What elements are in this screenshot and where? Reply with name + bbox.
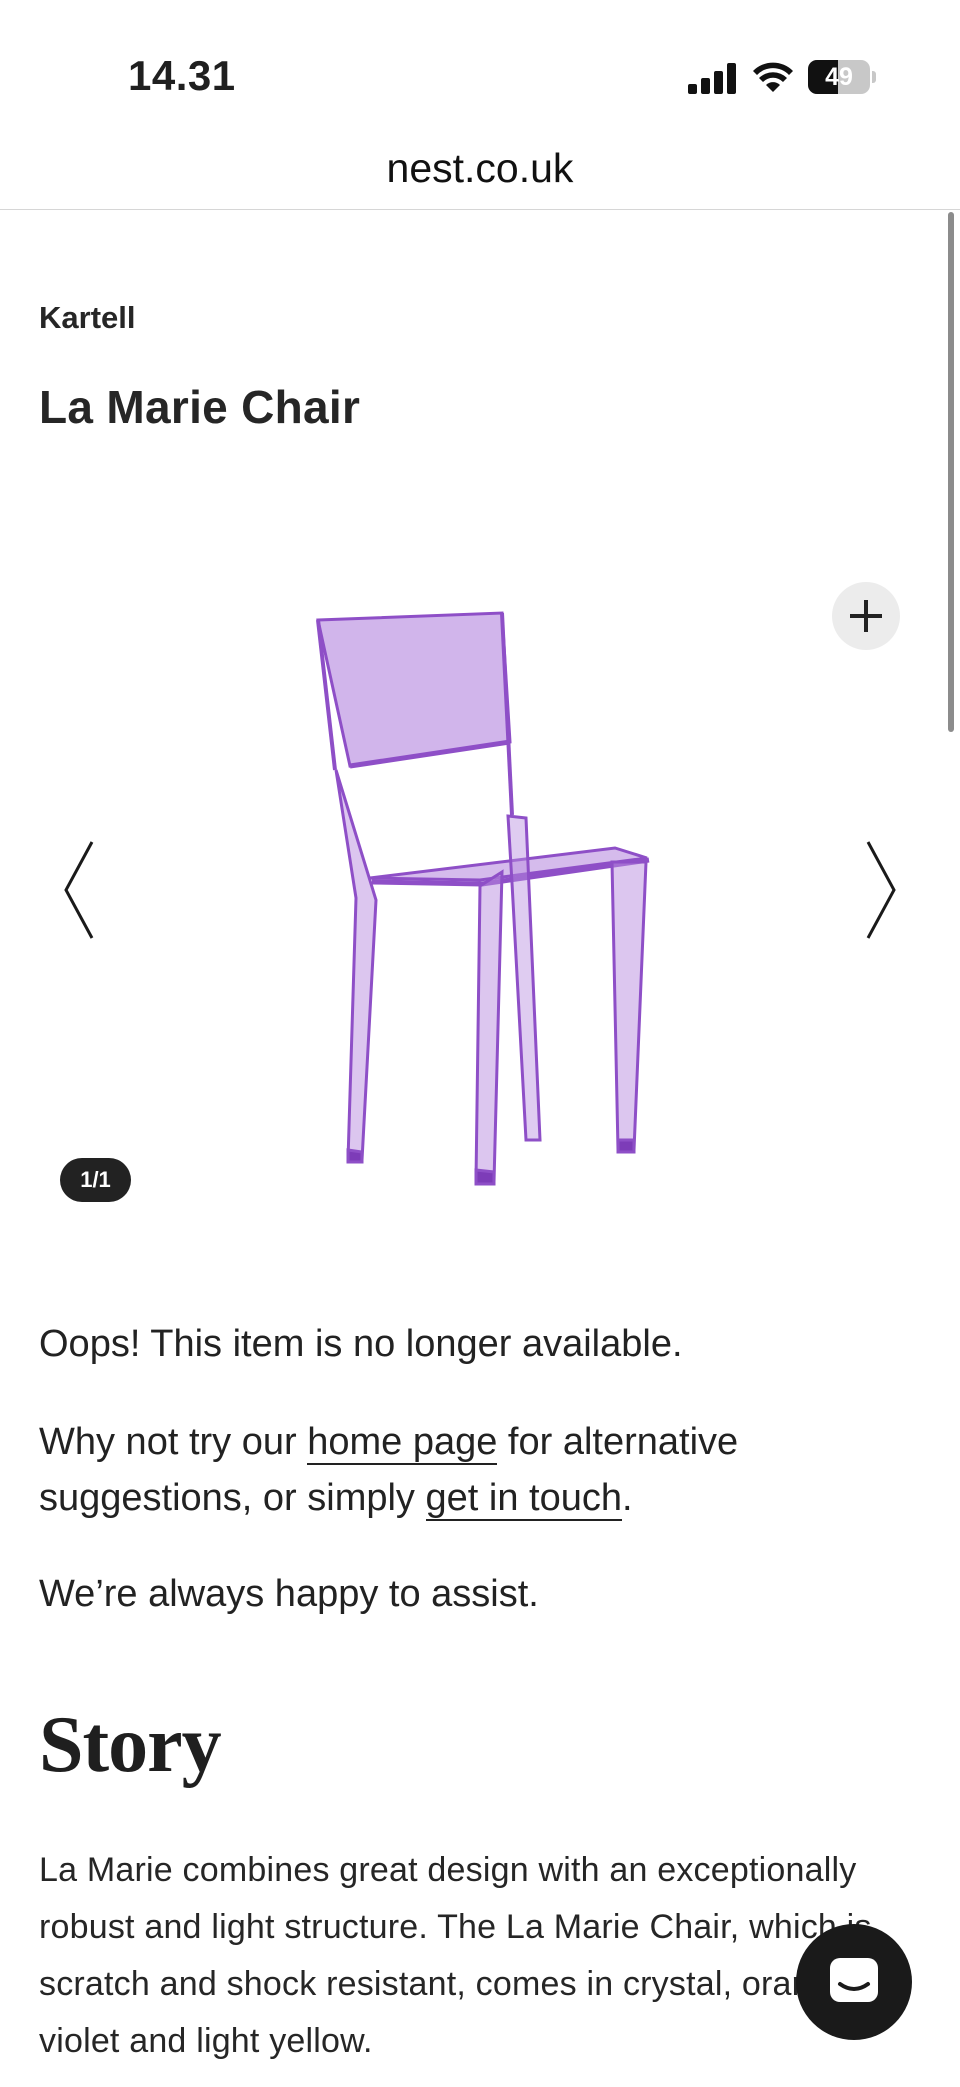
- chevron-right-icon[interactable]: [860, 840, 900, 940]
- chat-button[interactable]: [796, 1924, 912, 2040]
- home-page-link[interactable]: home page: [307, 1421, 498, 1465]
- suggestion-message: Why not try our home page for alternativ…: [39, 1414, 899, 1526]
- status-time: 14.31: [128, 52, 236, 99]
- product-title: La Marie Chair: [39, 381, 361, 433]
- zoom-plus-icon[interactable]: [832, 582, 900, 650]
- chair-image: [316, 611, 650, 1186]
- status-bar: 14.31 49: [0, 0, 960, 150]
- signal-icon: [688, 62, 736, 94]
- assist-message: We’re always happy to assist.: [39, 1573, 539, 1615]
- unavailable-message: Oops! This item is no longer available.: [39, 1323, 683, 1365]
- chevron-left-icon[interactable]: [60, 840, 100, 940]
- image-counter-badge: 1/1: [60, 1158, 131, 1202]
- battery-icon: 49: [808, 60, 876, 94]
- story-heading: Story: [39, 1701, 222, 1789]
- suggestion-prefix: Why not try our: [39, 1421, 308, 1463]
- chat-icon: [830, 1958, 878, 2002]
- address-bar[interactable]: nest.co.uk: [0, 136, 960, 210]
- get-in-touch-link[interactable]: get in touch: [425, 1477, 622, 1521]
- suggestion-suffix: .: [621, 1477, 633, 1519]
- story-text: La Marie combines great design with an e…: [39, 1851, 872, 2060]
- product-brand[interactable]: Kartell: [39, 300, 135, 336]
- wifi-icon: [753, 62, 793, 92]
- battery-level: 49: [825, 63, 853, 91]
- url-text: nest.co.uk: [386, 145, 574, 191]
